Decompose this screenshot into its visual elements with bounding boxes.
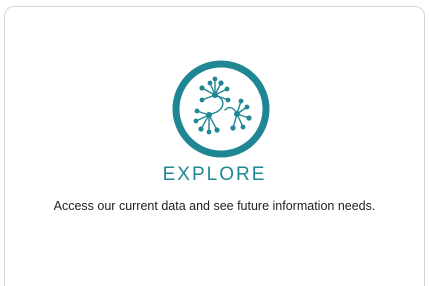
- card-description: Access our current data and see future i…: [53, 199, 376, 213]
- card-title: EXPLORE: [162, 164, 267, 185]
- network-nodes-icon: [171, 59, 271, 159]
- explore-card[interactable]: [4, 6, 425, 286]
